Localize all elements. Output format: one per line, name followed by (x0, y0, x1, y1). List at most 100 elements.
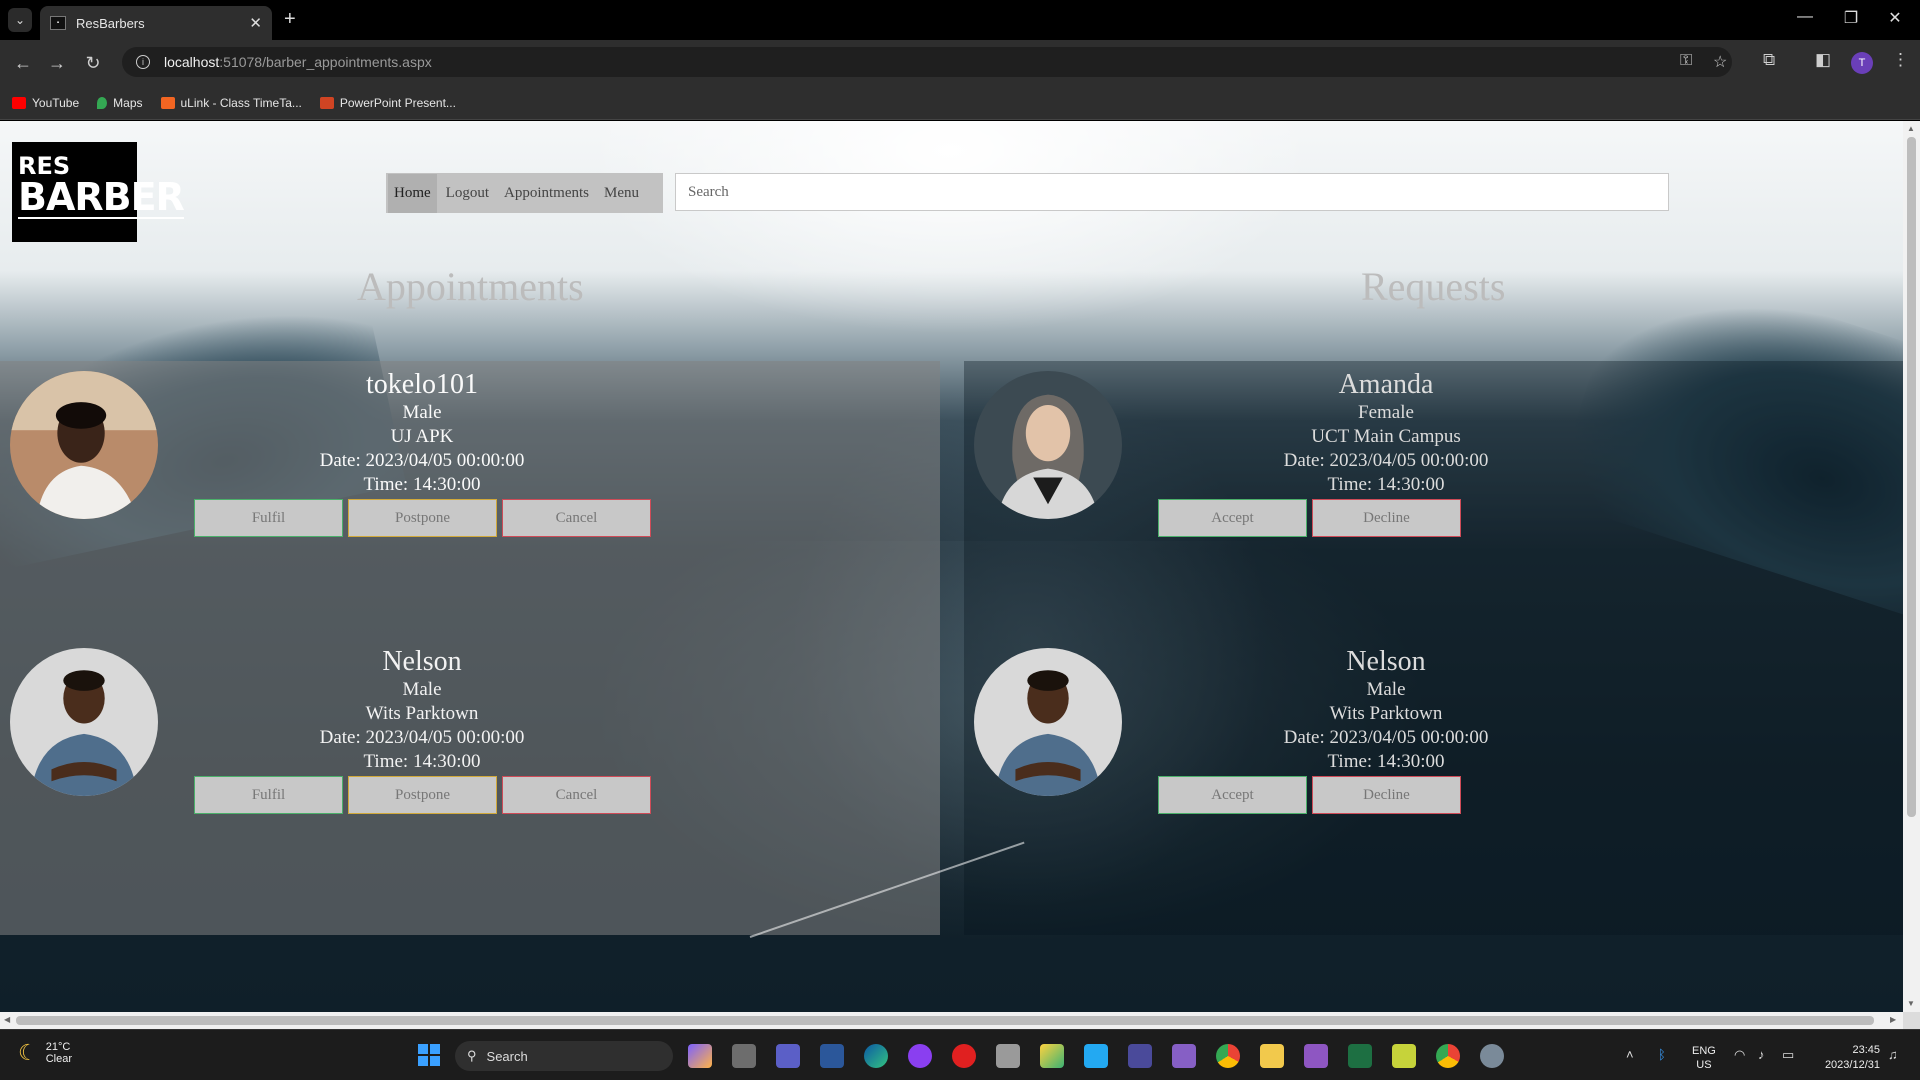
close-window-icon[interactable]: ✕ (1872, 8, 1918, 28)
star-icon[interactable]: ☆ (1713, 52, 1727, 72)
vertical-scroll-thumb[interactable] (1907, 137, 1916, 817)
battery-icon[interactable]: ▭ (1782, 1047, 1794, 1063)
bookmark-maps[interactable]: Maps (97, 96, 143, 110)
word-icon[interactable] (820, 1044, 844, 1068)
copilot-icon[interactable] (688, 1044, 712, 1068)
eclipse-icon[interactable] (1128, 1044, 1152, 1068)
teams-icon[interactable] (776, 1044, 800, 1068)
reload-icon[interactable]: ↻ (80, 50, 106, 76)
weather-condition: Clear (45, 1053, 73, 1065)
scroll-down-icon[interactable]: ▼ (1907, 999, 1915, 1008)
youtube-icon (12, 96, 26, 109)
visual-studio-icon[interactable] (1304, 1044, 1328, 1068)
search-input[interactable] (675, 173, 1669, 211)
accept-button[interactable]: Accept (1158, 499, 1307, 537)
appointments-heading: Appointments (357, 264, 584, 309)
tray-overflow-icon[interactable]: ˄ (1626, 1047, 1634, 1062)
profile-avatar[interactable]: T (1851, 52, 1873, 74)
horizontal-scroll-thumb[interactable] (16, 1016, 1874, 1025)
customer-campus: UJ APK (390, 426, 454, 447)
visual-studio-icon[interactable] (1172, 1044, 1196, 1068)
accept-button[interactable]: Accept (1158, 776, 1307, 814)
bluetooth-icon[interactable]: ᛒ (1658, 1047, 1666, 1062)
site-logo[interactable]: RES BARBER (12, 142, 185, 242)
volume-icon[interactable]: ♪ (1758, 1047, 1765, 1062)
customer-name: tokelo101 (366, 369, 478, 400)
postpone-button[interactable]: Postpone (348, 499, 497, 537)
person-photo-icon (10, 648, 158, 796)
customer-gender: Female (1358, 402, 1414, 423)
address-bar[interactable]: i localhost:51078/barber_appointments.as… (122, 47, 1732, 77)
close-tab-icon[interactable]: ✕ (249, 14, 262, 32)
browser-tab[interactable]: ▪ ResBarbers ✕ (40, 6, 272, 40)
key-icon[interactable]: ⚿ (1680, 52, 1692, 70)
nav-home-link[interactable]: Home (388, 173, 437, 213)
bookmark-ulink[interactable]: uLink - Class TimeTa... (160, 96, 302, 110)
extensions-icon[interactable]: ⧉ (1763, 50, 1775, 70)
site-info-icon[interactable]: i (136, 55, 150, 69)
back-icon[interactable]: ← (10, 50, 36, 76)
nav-menu-link[interactable]: Menu (604, 185, 639, 202)
forward-icon[interactable]: → (44, 50, 70, 76)
scroll-up-icon[interactable]: ▲ (1907, 124, 1915, 133)
new-tab-icon[interactable]: + (284, 8, 296, 31)
fulfil-button[interactable]: Fulfil (194, 776, 343, 814)
excel-icon[interactable] (1348, 1044, 1372, 1068)
app-icon[interactable] (1040, 1044, 1064, 1068)
system-clock[interactable]: 23:45 2023/12/31 (1810, 1043, 1880, 1073)
media-player-icon[interactable] (952, 1044, 976, 1068)
wifi-icon[interactable]: ◠ (1734, 1047, 1745, 1063)
tab-search-icon[interactable]: ⌄ (8, 8, 32, 32)
vscode-icon[interactable] (1084, 1044, 1108, 1068)
scroll-right-icon[interactable]: ▶ (1890, 1015, 1896, 1024)
appointment-actions: Fulfil Postpone Cancel (194, 499, 651, 537)
edge-icon[interactable] (864, 1044, 888, 1068)
ulink-icon (160, 96, 175, 109)
decline-button[interactable]: Decline (1312, 776, 1461, 814)
language-indicator[interactable]: ENG US (1692, 1044, 1716, 1072)
bookmark-youtube[interactable]: YouTube (12, 96, 79, 110)
restore-icon[interactable]: ❐ (1828, 8, 1874, 28)
appointment-card: Nelson Male Wits Parktown Date: 2023/04/… (0, 638, 940, 814)
settings-icon[interactable] (1480, 1044, 1504, 1068)
minimize-icon[interactable]: — (1782, 8, 1828, 26)
clock-time: 23:45 (1852, 1044, 1880, 1056)
postpone-button[interactable]: Postpone (348, 776, 497, 814)
windows-start-icon[interactable] (418, 1044, 440, 1066)
request-info: Nelson Male Wits Parktown Date: 2023/04/… (1124, 646, 1648, 774)
taskbar-search[interactable]: ⚲ Search (455, 1041, 673, 1071)
chrome-profile-icon[interactable] (1436, 1044, 1460, 1068)
file-explorer-icon[interactable] (1260, 1044, 1284, 1068)
customer-avatar (974, 371, 1122, 519)
requests-heading: Requests (1361, 264, 1506, 309)
side-panel-icon[interactable]: ◧ (1815, 50, 1831, 70)
taskbar: ☾ 21°C Clear ⚲ Search ˄ ᛒ ENG US ◠ ♪ ▭ 2… (0, 1029, 1920, 1080)
request-actions: Accept Decline (1158, 776, 1461, 814)
decline-button[interactable]: Decline (1312, 499, 1461, 537)
task-view-icon[interactable] (732, 1044, 756, 1068)
nav-appointments-link[interactable]: Appointments (504, 185, 589, 202)
request-time: Time: 14:30:00 (1327, 751, 1445, 772)
vertical-scrollbar[interactable]: ▲ ▼ (1903, 121, 1920, 1012)
weather-widget[interactable]: ☾ 21°C Clear (18, 1040, 72, 1066)
notification-bell-icon[interactable]: ♫ (1888, 1047, 1898, 1062)
cancel-button[interactable]: Cancel (502, 499, 651, 537)
horizontal-scrollbar[interactable]: ◀ ▶ (0, 1012, 1903, 1029)
customer-name: Nelson (382, 646, 462, 677)
fulfil-button[interactable]: Fulfil (194, 499, 343, 537)
bookmark-powerpoint[interactable]: PowerPoint Present... (319, 96, 456, 110)
appointment-date: Date: 2023/04/05 00:00:00 (319, 727, 525, 748)
favicon-icon: ▪ (50, 16, 66, 30)
kebab-menu-icon[interactable]: ⋮ (1892, 50, 1909, 70)
database-icon[interactable] (996, 1044, 1020, 1068)
scroll-left-icon[interactable]: ◀ (4, 1015, 10, 1024)
github-icon[interactable] (908, 1044, 932, 1068)
chrome-icon[interactable] (1216, 1044, 1240, 1068)
nav-logout-link[interactable]: Logout (446, 185, 489, 202)
requests-panel: Amanda Female UCT Main Campus Date: 2023… (964, 361, 1903, 935)
cancel-button[interactable]: Cancel (502, 776, 651, 814)
customer-gender: Male (1366, 679, 1406, 700)
bookmarks-bar: YouTube Maps uLink - Class TimeTa... Pow… (0, 86, 1920, 120)
customer-name: Nelson (1346, 646, 1426, 677)
notepad-icon[interactable] (1392, 1044, 1416, 1068)
